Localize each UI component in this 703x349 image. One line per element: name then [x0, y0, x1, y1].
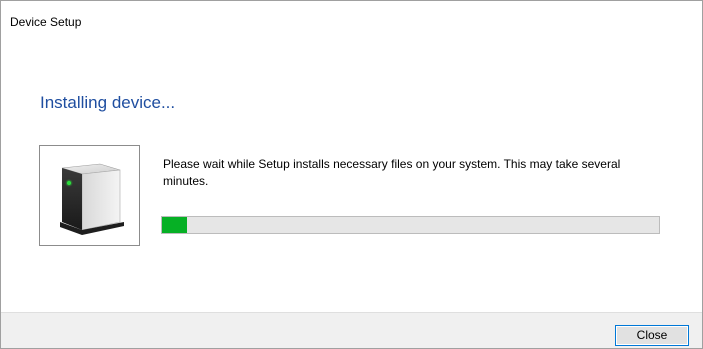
device-tower-icon	[60, 163, 124, 235]
window-title: Device Setup	[10, 15, 82, 29]
page-heading: Installing device...	[40, 93, 176, 112]
close-button[interactable]: Close	[615, 325, 689, 346]
device-setup-window: Device Setup Installing device... Please…	[0, 0, 703, 349]
title-bar[interactable]: Device Setup	[1, 1, 702, 41]
progress-fill	[162, 217, 187, 233]
device-image-frame	[39, 145, 140, 246]
install-message: Please wait while Setup installs necessa…	[163, 157, 621, 188]
install-progress-bar	[161, 216, 660, 234]
dialog-footer: Close	[1, 312, 702, 348]
